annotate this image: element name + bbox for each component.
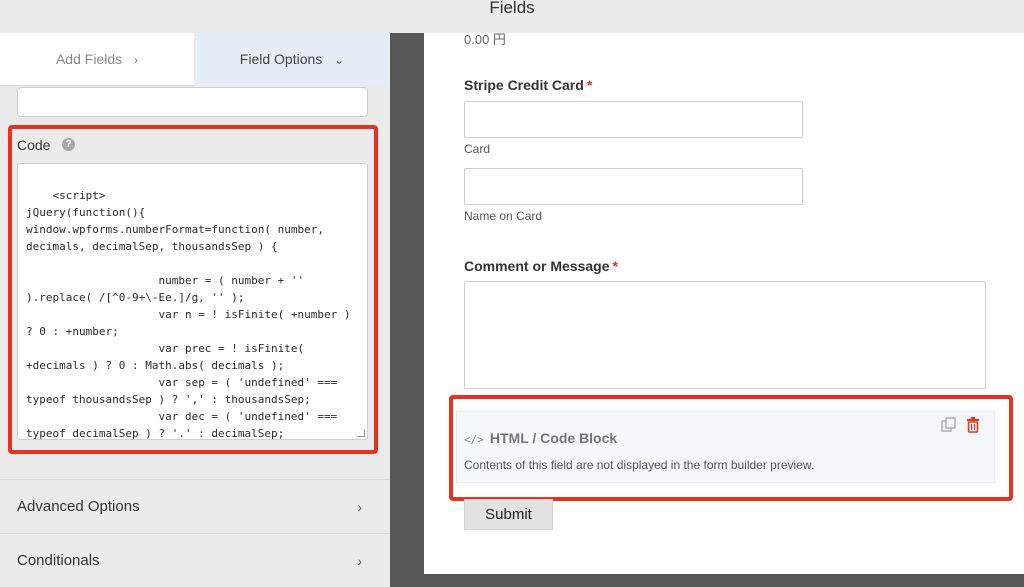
- field-option-input[interactable]: [17, 87, 368, 117]
- top-bar: Fields: [0, 0, 1024, 33]
- duplicate-icon[interactable]: [941, 417, 957, 433]
- help-icon[interactable]: ?: [62, 138, 75, 151]
- code-textarea[interactable]: <script> jQuery(function(){ window.wpfor…: [17, 163, 368, 440]
- card-sublabel: Card: [464, 142, 491, 156]
- code-label: Code: [17, 137, 51, 153]
- advanced-options-toggle[interactable]: Advanced Options ›: [0, 479, 390, 533]
- panel-tabs: Add Fields › Field Options ⌄: [0, 33, 390, 86]
- conditionals-label: Conditionals: [17, 552, 100, 569]
- page-title: Fields: [489, 0, 535, 17]
- price-text: 0.00 円: [464, 32, 506, 47]
- comment-label-text: Comment or Message: [464, 258, 610, 274]
- field-options-panel: Add Fields › Field Options ⌄ Code ? <scr…: [0, 33, 390, 587]
- tab-add-fields[interactable]: Add Fields ›: [0, 33, 194, 86]
- preview-footer-gap: [424, 574, 1024, 587]
- chevron-right-icon: ›: [357, 553, 362, 569]
- card-input[interactable]: [464, 101, 803, 138]
- submit-button[interactable]: Submit: [464, 499, 553, 530]
- html-block-description: Contents of this field are not displayed…: [464, 458, 815, 472]
- panel-divider: [390, 33, 424, 587]
- conditionals-toggle[interactable]: Conditionals ›: [0, 533, 390, 587]
- resize-handle-icon[interactable]: [357, 429, 365, 437]
- comment-label: Comment or Message *: [464, 258, 618, 274]
- comment-textarea[interactable]: [464, 281, 986, 389]
- advanced-options-label: Advanced Options: [17, 498, 140, 515]
- tab-field-options[interactable]: Field Options ⌄: [194, 33, 390, 86]
- stripe-card-label: Stripe Credit Card *: [464, 77, 592, 93]
- code-icon: </>: [464, 433, 484, 446]
- required-marker: *: [612, 258, 618, 274]
- name-on-card-sublabel: Name on Card: [464, 209, 543, 223]
- name-on-card-input[interactable]: [464, 168, 803, 205]
- code-content: <script> jQuery(function(){ window.wpfor…: [26, 189, 351, 440]
- html-block-title: </> HTML / Code Block: [464, 430, 617, 446]
- chevron-down-icon: ⌄: [334, 53, 345, 67]
- chevron-right-icon: ›: [357, 499, 362, 515]
- trash-icon[interactable]: [966, 417, 980, 433]
- required-marker: *: [586, 77, 593, 93]
- form-preview: 0.00 円 Stripe Credit Card * Card Name on …: [424, 32, 1024, 574]
- html-block-highlight-box: [449, 395, 1013, 501]
- stripe-card-label-text: Stripe Credit Card: [464, 77, 584, 93]
- chevron-right-icon: ›: [134, 53, 139, 67]
- tab-field-options-label: Field Options: [239, 51, 323, 67]
- html-block-title-text: HTML / Code Block: [489, 430, 618, 446]
- tab-add-fields-label: Add Fields: [55, 51, 123, 67]
